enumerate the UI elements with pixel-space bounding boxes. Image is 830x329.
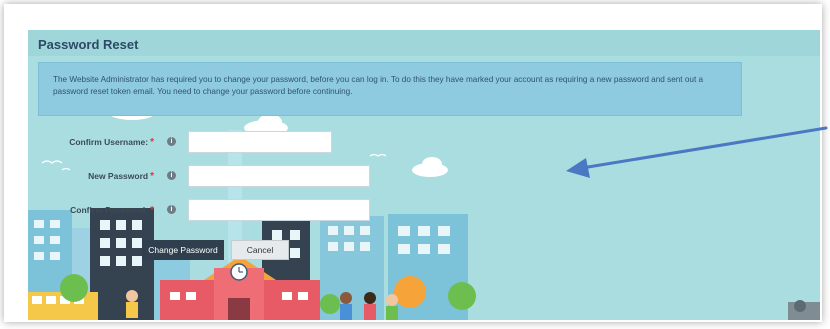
arrow-annotation	[566, 126, 828, 178]
